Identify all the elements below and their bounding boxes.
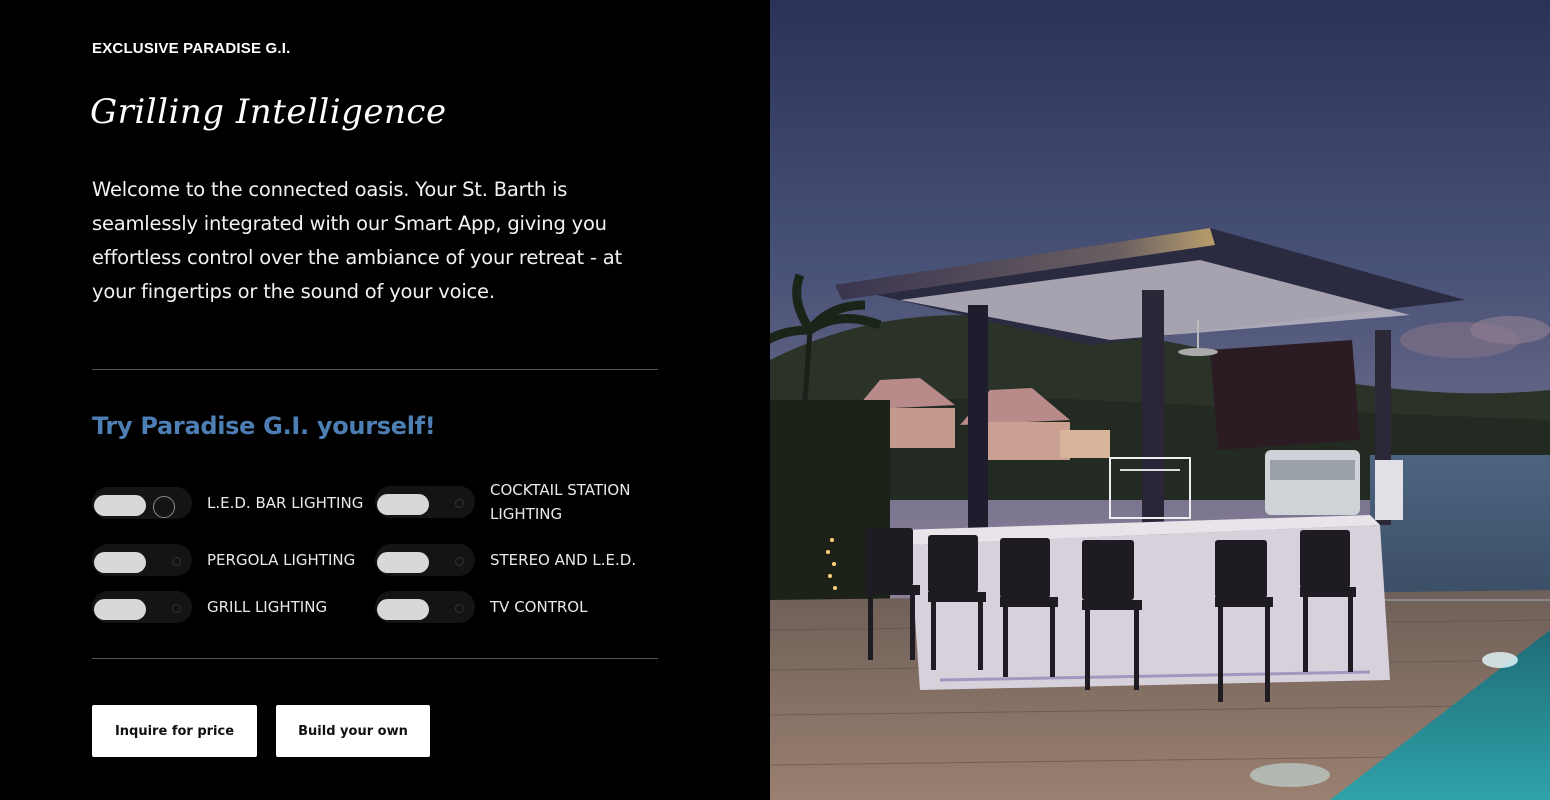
page: EXCLUSIVE PARADISE G.I. Grilling Intelli… — [0, 0, 1550, 800]
outdoor-kitchen-scene — [770, 0, 1550, 800]
toggle-label: PERGOLA LIGHTING — [207, 551, 356, 569]
toggle-led-bar-lighting[interactable]: L.E.D. BAR LIGHTING — [92, 487, 363, 519]
toggle-label: L.E.D. BAR LIGHTING — [207, 494, 364, 512]
inquire-for-price-button[interactable]: Inquire for price — [92, 705, 257, 757]
toggle-switch[interactable] — [92, 591, 192, 623]
toggle-switch[interactable] — [92, 487, 192, 519]
switch-knob — [377, 494, 429, 515]
switch-indicator — [172, 604, 181, 613]
switch-indicator — [455, 499, 464, 508]
intro-paragraph: Welcome to the connected oasis. Your St.… — [92, 178, 622, 303]
demo-title: Try Paradise G.I. yourself! — [92, 412, 436, 440]
switch-indicator — [172, 557, 181, 566]
toggle-label: COCKTAIL STATION LIGHTING — [490, 481, 631, 523]
switch-indicator — [455, 557, 464, 566]
switch-indicator — [153, 496, 175, 518]
switch-knob — [94, 599, 146, 620]
toggle-switch[interactable] — [375, 591, 475, 623]
toggle-label: STEREO AND L.E.D. — [490, 551, 637, 569]
hero-image — [770, 0, 1550, 800]
toggle-label: GRILL LIGHTING — [207, 598, 328, 616]
toggle-tv-control[interactable]: TV CONTROL — [375, 591, 587, 623]
toggle-grill-lighting[interactable]: GRILL LIGHTING — [92, 591, 327, 623]
divider-top — [92, 369, 658, 370]
toggle-switch[interactable] — [375, 486, 475, 518]
toggle-cocktail-station-lighting[interactable]: COCKTAIL STATION LIGHTING — [375, 478, 655, 526]
content-panel: EXCLUSIVE PARADISE G.I. Grilling Intelli… — [0, 0, 770, 800]
script-title: Grilling Intelligence — [90, 92, 447, 132]
switch-knob — [377, 552, 429, 573]
toggle-label: TV CONTROL — [490, 598, 588, 616]
switch-indicator — [455, 604, 464, 613]
switch-knob — [94, 495, 146, 516]
switch-knob — [377, 599, 429, 620]
toggle-stereo-and-led[interactable]: STEREO AND L.E.D. — [375, 544, 636, 576]
toggle-switch[interactable] — [375, 544, 475, 576]
toggle-pergola-lighting[interactable]: PERGOLA LIGHTING — [92, 544, 355, 576]
eyebrow-title: EXCLUSIVE PARADISE G.I. — [92, 40, 291, 57]
toggle-switch[interactable] — [92, 544, 192, 576]
switch-knob — [94, 552, 146, 573]
divider-bottom — [92, 658, 658, 659]
build-your-own-button[interactable]: Build your own — [276, 705, 430, 757]
